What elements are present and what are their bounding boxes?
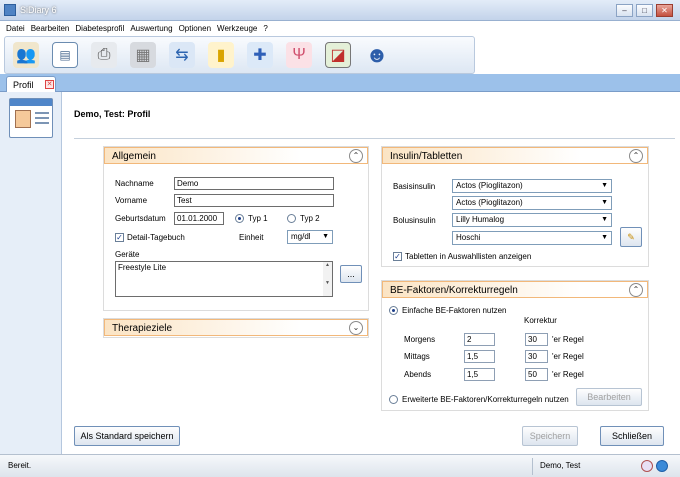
tab-profil[interactable]: Profil ✕ [6, 76, 56, 92]
side-panel [0, 92, 62, 454]
menu-werkzeuge[interactable]: Werkzeuge [217, 21, 257, 36]
korrektur-mittags-input[interactable]: 30 [525, 350, 548, 363]
nachname-input[interactable]: Demo [174, 177, 334, 190]
schliessen-button[interactable]: Schließen [600, 426, 664, 446]
chart-icon[interactable]: ◪ [325, 42, 351, 68]
maximize-button[interactable]: □ [636, 4, 653, 17]
erweitert-radio[interactable] [389, 395, 398, 404]
profile-card-icon[interactable]: ▤ [52, 42, 78, 68]
tabletten-checkbox[interactable]: ✓ [393, 252, 402, 261]
section-header-insulin: Insulin/Tabletten ⌃ [382, 147, 648, 164]
tab-bar: Profil ✕ [0, 74, 680, 92]
typ1-radio[interactable] [235, 214, 244, 223]
collapse-insulin-icon[interactable]: ⌃ [629, 149, 643, 163]
menu-datei[interactable]: Datei [6, 21, 25, 36]
section-header-therapieziele[interactable]: Therapieziele ⌄ [104, 319, 368, 336]
einfach-radio[interactable] [389, 306, 398, 315]
geraete-scrollbar[interactable]: ▲ ▼ [323, 262, 332, 296]
menu-auswertung[interactable]: Auswertung [130, 21, 172, 36]
utensils-icon[interactable]: Ψ [286, 42, 312, 68]
basisinsulin-select-2[interactable]: Actos (Pioglitazon) ▼ [452, 196, 612, 210]
section-allgemein: Allgemein ⌃ Nachname Demo Vorname Test G… [103, 146, 369, 311]
collapse-be-icon[interactable]: ⌃ [629, 283, 643, 297]
korrektur-morgens-input[interactable]: 30 [525, 333, 548, 346]
bars-icon[interactable]: ▮ [208, 42, 234, 68]
einheit-select[interactable]: mg/dl ▼ [287, 230, 333, 244]
menu-optionen[interactable]: Optionen [179, 21, 211, 36]
sync-icon[interactable] [641, 460, 653, 472]
speichern-button[interactable]: Speichern [522, 426, 578, 446]
factor-morgens-input[interactable]: 2 [464, 333, 495, 346]
title-bar: SiDiary 6 – □ ✕ [0, 0, 680, 21]
printer-icon[interactable]: ⎙ [91, 42, 117, 68]
window-title: SiDiary 6 [20, 5, 57, 15]
section-header-allgemein: Allgemein ⌃ [104, 147, 368, 164]
globe-icon[interactable] [656, 460, 668, 472]
factor-abends-input[interactable]: 1,5 [464, 368, 495, 381]
expand-therapieziele-icon[interactable]: ⌄ [349, 321, 363, 335]
collapse-allgemein-icon[interactable]: ⌃ [349, 149, 363, 163]
factor-mittags-input[interactable]: 1,5 [464, 350, 495, 363]
calculator-icon[interactable]: ▦ [130, 42, 156, 68]
users-icon[interactable]: 👥 [13, 42, 39, 68]
section-insulin: Insulin/Tabletten ⌃ Basisinsulin Actos (… [381, 146, 649, 267]
menu-help[interactable]: ? [263, 21, 267, 36]
section-be-faktoren: BE-Faktoren/Korrekturregeln ⌃ Einfache B… [381, 280, 649, 411]
title-divider [74, 138, 675, 139]
main-content: Demo, Test: Profil Allgemein ⌃ Nachname … [63, 92, 680, 454]
toolbar: 👥 ▤ ⎙ ▦ ⇆ ▮ ✚ Ψ ◪ ☻ [4, 36, 475, 74]
network-icon[interactable]: ⇆ [169, 42, 195, 68]
section-therapieziele: Therapieziele ⌄ [103, 318, 369, 338]
vorname-input[interactable]: Test [174, 194, 334, 207]
section-header-be: BE-Faktoren/Korrekturregeln ⌃ [382, 281, 648, 298]
status-bar: Bereit. Demo, Test [0, 454, 680, 477]
tab-profil-label: Profil [13, 80, 34, 90]
profile-card-icon[interactable] [9, 98, 53, 138]
geburtsdatum-input[interactable]: 01.01.2000 [174, 212, 224, 225]
page-title: Demo, Test: Profil [74, 109, 151, 119]
status-user: Demo, Test [540, 461, 581, 470]
menu-bar: Datei Bearbeiten Diabetesprofil Auswertu… [6, 21, 274, 36]
typ2-radio[interactable] [287, 214, 296, 223]
detail-tagebuch-checkbox[interactable]: ✓ [115, 233, 124, 242]
smiley-icon[interactable]: ☻ [364, 42, 390, 68]
geraete-more-button[interactable]: ... [340, 265, 362, 283]
grid-icon[interactable]: ✚ [247, 42, 273, 68]
status-text: Bereit. [8, 461, 32, 470]
tab-close-icon[interactable]: ✕ [45, 80, 54, 89]
geraete-textarea[interactable]: Freestyle Lite ▲ ▼ [115, 261, 333, 297]
bearbeiten-button[interactable]: Bearbeiten [576, 388, 642, 406]
menu-bearbeiten[interactable]: Bearbeiten [31, 21, 70, 36]
korrektur-abends-input[interactable]: 50 [525, 368, 548, 381]
app-icon [4, 4, 16, 16]
standard-save-button[interactable]: Als Standard speichern [74, 426, 180, 446]
bolusinsulin-select-1[interactable]: Lilly Humalog ▼ [452, 213, 612, 227]
close-button[interactable]: ✕ [656, 4, 673, 17]
insulin-wand-icon[interactable]: ✎ [620, 227, 642, 247]
minimize-button[interactable]: – [616, 4, 633, 17]
basisinsulin-select-1[interactable]: Actos (Pioglitazon) ▼ [452, 179, 612, 193]
bolusinsulin-select-2[interactable]: Hoschi ▼ [452, 231, 612, 245]
menu-diabetesprofil[interactable]: Diabetesprofil [75, 21, 124, 36]
